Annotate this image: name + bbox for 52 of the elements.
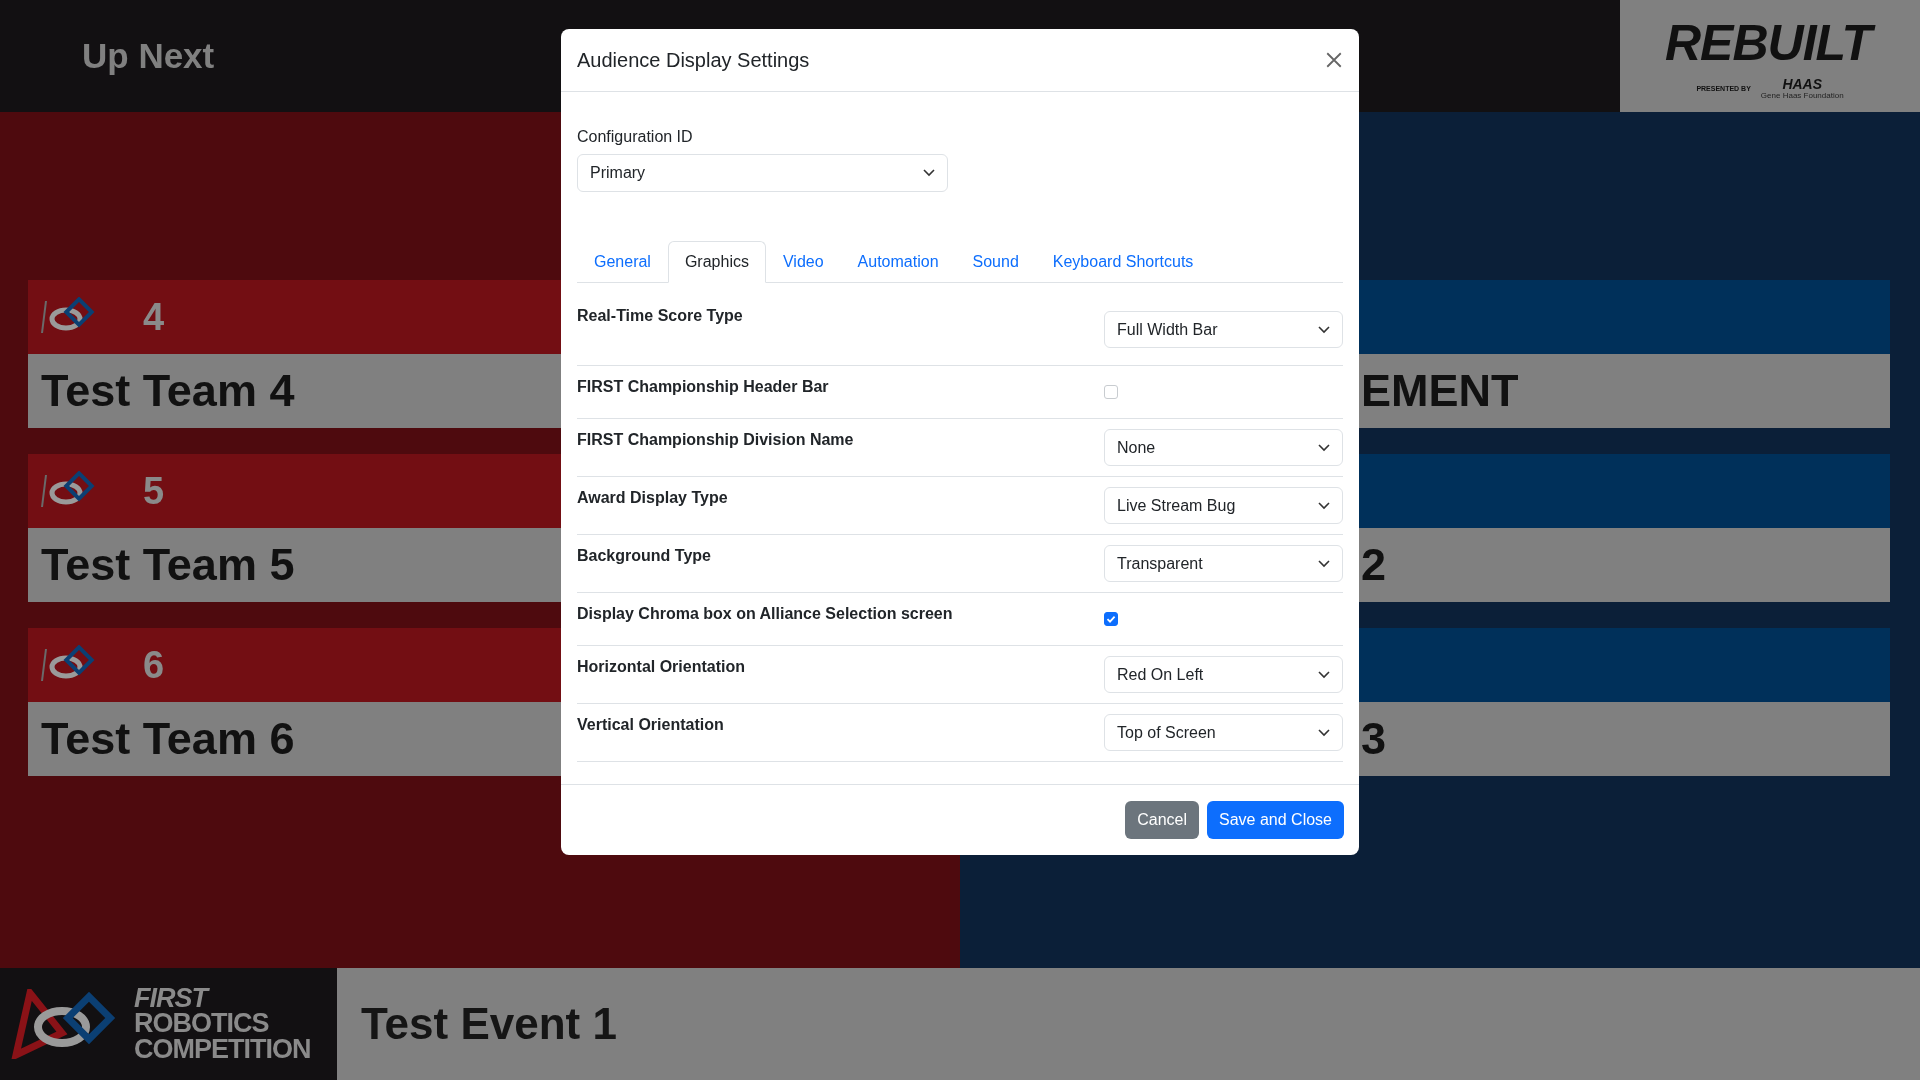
setting-select[interactable]: Red On Left: [1104, 656, 1343, 693]
tab[interactable]: Keyboard Shortcuts: [1035, 241, 1211, 283]
event-name: Test Event 1: [361, 999, 617, 1049]
team-name: EMENT: [1361, 365, 1519, 417]
team-name: 3: [1361, 713, 1387, 765]
tab[interactable]: Graphics: [667, 241, 766, 283]
checkbox[interactable]: [1104, 385, 1118, 399]
config-select[interactable]: Primary: [577, 154, 948, 192]
chevron-down-icon: [923, 169, 935, 177]
setting-select[interactable]: Full Width Bar: [1104, 311, 1343, 348]
chevron-down-icon: [1318, 670, 1330, 679]
setting-select[interactable]: Top of Screen: [1104, 714, 1343, 751]
team-number: 5: [143, 469, 165, 513]
tab[interactable]: General: [577, 241, 668, 283]
dialog-title: Audience Display Settings: [577, 48, 810, 72]
team-name: Test Team 6: [41, 713, 295, 765]
checkbox[interactable]: [1104, 612, 1118, 626]
logo-wordmark: REBUILT: [1661, 12, 1879, 73]
setting-select[interactable]: Live Stream Bug: [1104, 487, 1343, 524]
save-button[interactable]: Save and Close: [1207, 801, 1344, 839]
logo-text-line: FIRST: [134, 985, 311, 1012]
close-icon[interactable]: [1325, 51, 1343, 69]
chevron-down-icon: [1318, 728, 1330, 737]
chevron-down-icon: [1318, 501, 1330, 510]
setting-label: Display Chroma box on Alliance Selection screen: [577, 605, 953, 623]
setting-label: Real-Time Score Type: [577, 307, 743, 325]
logo-text-line: ROBOTICS: [134, 1011, 270, 1037]
tab[interactable]: Automation: [840, 241, 956, 283]
setting-label: Vertical Orientation: [577, 716, 724, 734]
team-name: 2: [1361, 539, 1387, 591]
tab[interactable]: Video: [765, 241, 841, 283]
team-name: Test Team 5: [41, 539, 295, 591]
logo-text-line: COMPETITION: [134, 1036, 311, 1063]
setting-label: FIRST Championship Division Name: [577, 431, 854, 449]
setting-label: Background Type: [577, 547, 711, 565]
team-number: 4: [143, 295, 165, 339]
up-next-title: Up Next: [82, 36, 215, 76]
field-label: Configuration ID: [577, 128, 694, 146]
setting-label: FIRST Championship Header Bar: [577, 378, 829, 396]
chevron-down-icon: [1318, 559, 1330, 568]
team-name: Test Team 4: [41, 365, 295, 417]
setting-select[interactable]: None: [1104, 429, 1343, 466]
sponsor-logo-text: HAAS: [1782, 76, 1823, 91]
tab[interactable]: Sound: [955, 241, 1036, 283]
setting-label: Horizontal Orientation: [577, 658, 745, 676]
setting-label: Award Display Type: [577, 489, 728, 507]
chevron-down-icon: [1318, 325, 1330, 334]
chevron-down-icon: [1318, 443, 1330, 452]
setting-select[interactable]: Transparent: [1104, 545, 1343, 582]
sponsor-subtext: Gene Haas Foundation: [1760, 90, 1844, 100]
cancel-button[interactable]: Cancel: [1125, 801, 1200, 839]
team-number: 6: [143, 643, 165, 687]
